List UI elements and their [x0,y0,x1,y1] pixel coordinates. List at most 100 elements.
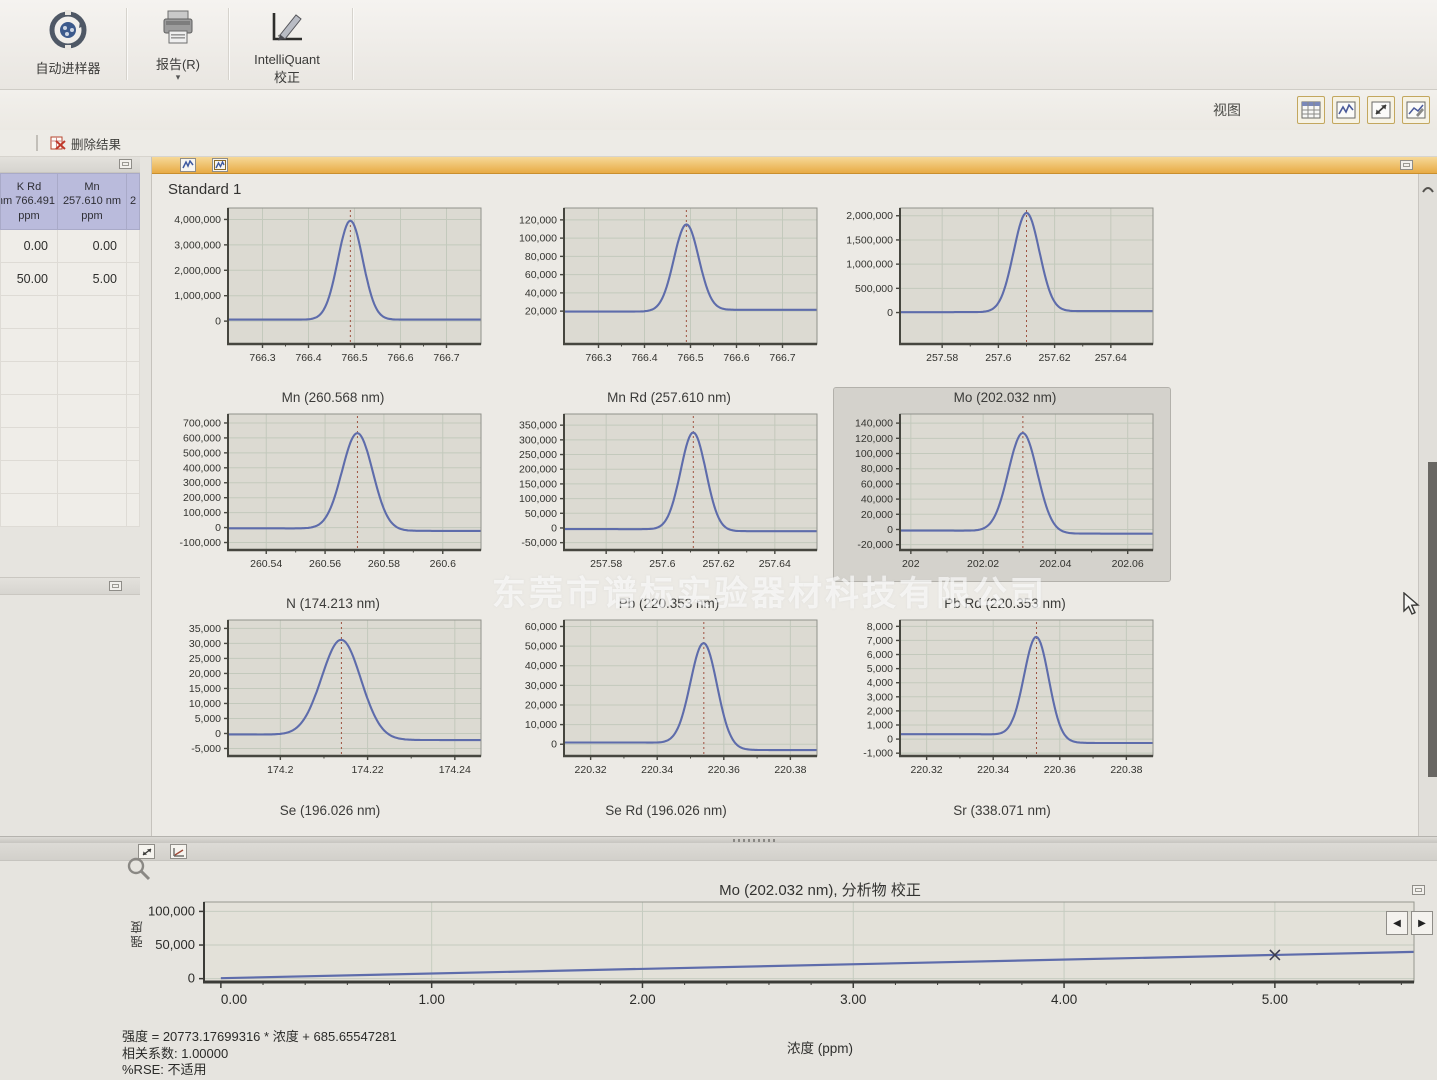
svg-text:0: 0 [887,734,893,746]
delete-results-label: 删除结果 [71,134,121,153]
scroll-up-arrow[interactable] [1420,180,1436,198]
intelliquant-calibration-button[interactable]: IntelliQuant 校正 [232,5,342,85]
collapse-pane-button[interactable] [119,159,132,169]
svg-text:40,000: 40,000 [525,287,557,299]
svg-text:2,000: 2,000 [867,705,893,717]
collapse-pane-button[interactable] [1412,885,1425,895]
svg-text:-100,000: -100,000 [180,537,222,549]
svg-text:-20,000: -20,000 [857,539,893,551]
chart-edit-view-button[interactable] [1402,96,1430,124]
calibration-chart-icon[interactable] [170,844,187,859]
calibration-statistics: 强度 = 20773.17699316 * 浓度 + 685.65547281 … [122,1029,397,1079]
main-area: K Rd766.491 nmppm Mn257.610 nmppm 2 0.00… [0,157,1437,836]
scroll-left-button[interactable]: ◀ [1386,911,1408,935]
svg-text:-50,000: -50,000 [521,537,557,549]
svg-text:6,000: 6,000 [867,649,893,661]
spectrum-chart-n[interactable]: N (174.213 nm)-5,00005,00010,00015,00020… [162,594,498,787]
spectra-table-toggle-icon[interactable] [212,158,228,172]
svg-text:0: 0 [188,971,195,986]
svg-text:2.00: 2.00 [629,992,655,1007]
expand-view-button[interactable] [1367,96,1395,124]
spectra-scroll-area[interactable]: Standard 1 01,000,0002,000,0003,000,0004… [152,174,1418,836]
table-view-button[interactable] [1297,96,1325,124]
spectra-pane: Standard 1 01,000,0002,000,0003,000,0004… [152,157,1437,836]
cell-mn-std2[interactable]: 5.00 [58,262,127,295]
svg-text:3.00: 3.00 [840,992,866,1007]
svg-text:202.04: 202.04 [1039,558,1071,570]
calibration-equation: 强度 = 20773.17699316 * 浓度 + 685.65547281 [122,1029,397,1046]
spectra-view-toggle-icon[interactable] [180,158,196,172]
svg-text:1,500,000: 1,500,000 [846,234,893,246]
svg-text:260.54: 260.54 [250,558,282,570]
spectrum-chart-pb[interactable]: Pb (220.353 nm)010,00020,00030,00040,000… [498,594,834,787]
pane-splitter[interactable] [0,836,1437,843]
svg-text:257.6: 257.6 [649,558,675,570]
svg-text:202.02: 202.02 [967,558,999,570]
spectrum-chart-pb-rd[interactable]: Pb Rd (220.353 nm)-1,00001,0002,0003,000… [834,594,1170,787]
scroll-right-button[interactable]: ▶ [1411,911,1433,935]
svg-text:0: 0 [551,739,557,751]
svg-text:100,000: 100,000 [148,903,195,918]
results-action-bar: 删除结果 [0,130,1437,157]
svg-text:220.32: 220.32 [911,764,943,776]
collapse-pane-button[interactable] [1400,160,1413,170]
column-header-mn[interactable]: Mn257.610 nmppm [58,174,127,230]
calibration-pane: Mo (202.032 nm), 分析物 校正 强度 050,000100,00… [0,843,1437,1080]
column-header-k-rd[interactable]: K Rd766.491 nmppm [1,174,58,230]
svg-text:766.3: 766.3 [249,352,275,364]
autosampler-label: 自动进样器 [35,61,100,76]
svg-text:260.56: 260.56 [309,558,341,570]
cell-mn-std1[interactable]: 0.00 [58,229,127,262]
report-label: 报告(R) [156,57,200,72]
svg-text:-1,000: -1,000 [863,748,893,760]
svg-text:4,000,000: 4,000,000 [174,214,221,226]
svg-text:5,000: 5,000 [195,713,221,725]
ribbon-separator [228,8,229,80]
collapse-pane-button[interactable] [109,581,122,591]
svg-text:257.6: 257.6 [985,352,1011,364]
calibration-rse: %RSE: 不适用 [122,1062,397,1079]
column-header-partial[interactable]: 2 [127,174,140,230]
spectrum-chart-k-rd[interactable]: 01,000,0002,000,0003,000,0004,000,000766… [162,202,498,375]
spectrum-chart-mo[interactable]: Mo (202.032 nm)-20,000020,00040,00060,00… [834,388,1170,581]
svg-text:200,000: 200,000 [183,492,221,504]
svg-text:220.36: 220.36 [708,764,740,776]
svg-text:35,000: 35,000 [189,623,221,635]
standard-title: Standard 1 [168,181,1418,198]
view-label: 视图 [1213,100,1241,120]
svg-text:700,000: 700,000 [183,418,221,430]
svg-text:260.58: 260.58 [368,558,400,570]
svg-text:766.4: 766.4 [295,352,321,364]
svg-text:257.64: 257.64 [759,558,791,570]
svg-text:20,000: 20,000 [525,700,557,712]
delete-results-button[interactable]: 删除结果 [44,133,127,154]
chart-title-se: Se (196.026 nm) [162,803,498,818]
svg-text:1.00: 1.00 [419,992,445,1007]
chart-title-se-rd: Se Rd (196.026 nm) [498,803,834,818]
svg-text:260.6: 260.6 [430,558,456,570]
cell-k-rd-std2[interactable]: 50.00 [1,262,58,295]
spectrum-chart-k[interactable]: 20,00040,00060,00080,000100,000120,00076… [498,202,834,375]
view-toolbar: 视图 [0,90,1437,130]
spectrum-chart-mn-rd[interactable]: Mn Rd (257.610 nm)-50,000050,000100,0001… [498,388,834,581]
calibration-chart[interactable]: 050,000100,0000.001.002.003.004.005.00 [118,896,1428,1023]
spectrum-chart-mn-257[interactable]: 0500,0001,000,0001,500,0002,000,000257.5… [834,202,1170,375]
cell-k-rd-std1[interactable]: 0.00 [1,229,58,262]
results-table-pane: K Rd766.491 nmppm Mn257.610 nmppm 2 0.00… [0,157,152,836]
svg-text:300,000: 300,000 [183,477,221,489]
app-window: 自动进样器 报告(R) ▾ [0,0,1437,1080]
svg-text:0: 0 [215,522,221,534]
report-button[interactable]: 报告(R) ▾ [134,5,222,85]
svg-text:50,000: 50,000 [525,641,557,653]
svg-text:30,000: 30,000 [525,680,557,692]
svg-text:202.06: 202.06 [1112,558,1144,570]
chart-view-button[interactable] [1332,96,1360,124]
spectrum-chart-mn-260[interactable]: Mn (260.568 nm)-100,0000100,000200,00030… [162,388,498,581]
svg-text:766.7: 766.7 [769,352,795,364]
autosampler-button[interactable]: 自动进样器 [14,5,122,85]
svg-text:174.22: 174.22 [352,764,384,776]
magnifier-icon[interactable] [126,856,152,887]
svg-text:3,000: 3,000 [867,691,893,703]
svg-text:60,000: 60,000 [861,478,893,490]
svg-text:257.58: 257.58 [926,352,958,364]
